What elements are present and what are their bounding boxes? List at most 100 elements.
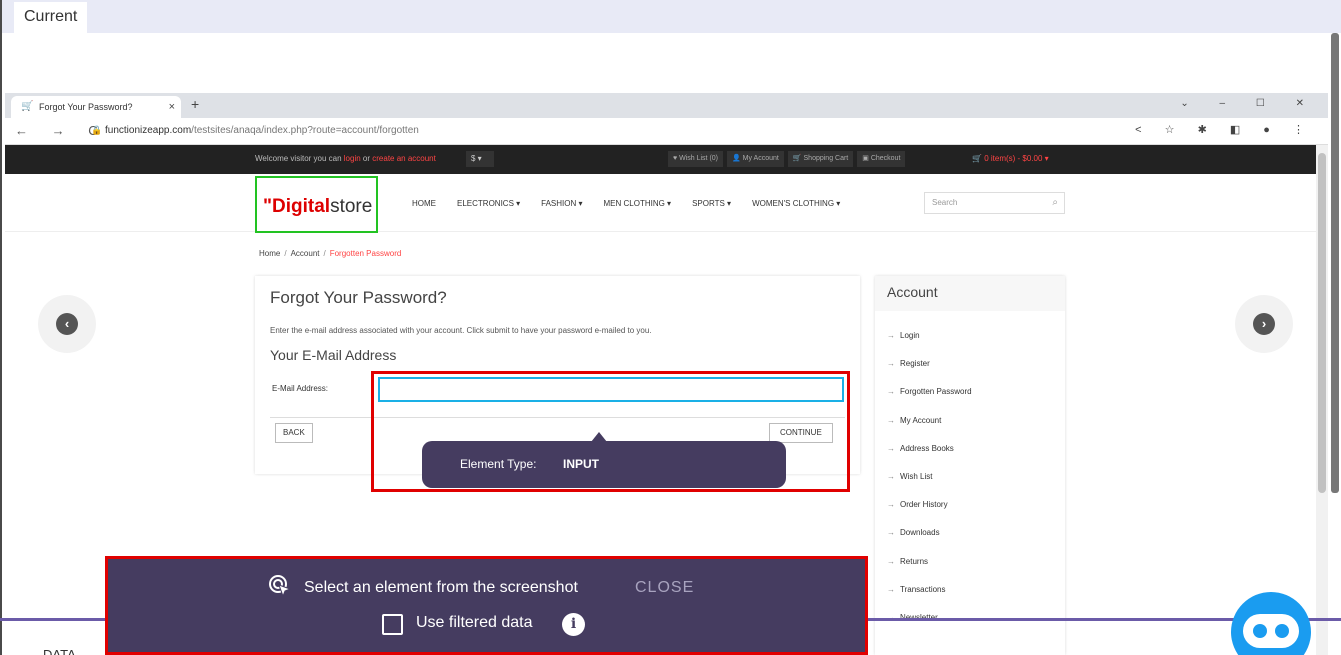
outer-scrollbar-thumb[interactable]	[1331, 33, 1339, 493]
my-account-link[interactable]: 👤 My Account	[727, 151, 784, 167]
chevron-left-icon: ‹	[56, 313, 78, 335]
url-field[interactable]: functionizeapp.com/testsites/anaqa/index…	[105, 125, 419, 136]
search-icon[interactable]: ⌕	[1052, 193, 1058, 213]
search-input[interactable]: Search ⌕	[924, 192, 1065, 214]
tooltip-value: INPUT	[563, 457, 599, 471]
logo-highlight-box[interactable]: "Digitalstore	[255, 176, 378, 233]
url-host: functionizeapp.com	[105, 125, 192, 136]
menu-home[interactable]: HOME	[412, 199, 436, 208]
breadcrumb-account[interactable]: Account	[291, 249, 320, 258]
bot-eye	[1253, 624, 1267, 638]
breadcrumb-sep: /	[323, 249, 326, 258]
browser-tab[interactable]: 🛒 Forgot Your Password? ×	[11, 96, 181, 118]
cart-dropdown[interactable]: 🛒 0 item(s) - $0.00 ▾	[972, 154, 1049, 163]
arrow-right-icon: →	[887, 443, 895, 453]
page-scrollbar-thumb[interactable]	[1318, 153, 1326, 493]
account-link-address-books[interactable]: → Address Books	[887, 444, 972, 472]
filtered-data-label[interactable]: Use filtered data	[416, 614, 533, 632]
login-link[interactable]: login	[344, 154, 361, 163]
account-title: Account	[875, 276, 1065, 311]
breadcrumb: Home / Account / Forgotten Password	[259, 249, 401, 258]
page-scrollbar[interactable]	[1316, 145, 1328, 655]
arrow-right-icon: →	[887, 331, 895, 340]
bot-eye	[1275, 624, 1289, 638]
account-link-register[interactable]: → Register	[887, 359, 972, 387]
outer-scrollbar[interactable]	[1329, 33, 1341, 655]
account-link-label: Address Books	[900, 443, 954, 453]
account-link-wish-list[interactable]: → Wish List	[887, 472, 972, 500]
new-tab-icon[interactable]: +	[191, 96, 199, 112]
account-link-downloads[interactable]: → Downloads	[887, 528, 972, 556]
account-link-transactions[interactable]: → Transactions	[887, 585, 972, 613]
arrow-right-icon: →	[887, 528, 895, 538]
root: Current 🛒 Forgot Your Password? × + ⌄ – …	[0, 0, 1341, 655]
close-button[interactable]: CLOSE	[635, 579, 694, 597]
address-bar-row: ← → C 🔒 functionizeapp.com/testsites/ana…	[5, 118, 1328, 145]
browser-tab-title: Forgot Your Password?	[39, 102, 133, 112]
arrow-right-icon: →	[887, 387, 895, 397]
account-link-label: Returns	[900, 556, 929, 566]
arrow-right-icon: →	[887, 556, 895, 566]
breadcrumb-home[interactable]: Home	[259, 249, 280, 258]
account-link-label: Forgotten Password	[900, 387, 972, 397]
element-selector-panel: Select an element from the screenshot CL…	[105, 556, 868, 655]
carousel-prev[interactable]: ‹	[38, 295, 96, 353]
filtered-data-checkbox[interactable]	[382, 614, 403, 635]
left-edge-bar	[0, 0, 2, 655]
menu-womens-clothing[interactable]: WOMEN'S CLOTHING ▾	[752, 199, 840, 208]
welcome-text: Welcome visitor you can login or create …	[255, 154, 436, 163]
menu-electronics[interactable]: ELECTRONICS ▾	[457, 199, 520, 208]
account-link-returns[interactable]: → Returns	[887, 557, 972, 585]
currency-selector[interactable]: $ ▾	[466, 151, 494, 167]
page-title: Forgot Your Password?	[270, 288, 447, 307]
account-link-label: Wish List	[900, 471, 933, 481]
shopping-cart-link[interactable]: 🛒 Shopping Cart	[787, 151, 854, 167]
account-link-label: Order History	[900, 500, 948, 510]
logo-bold: Digital	[272, 196, 331, 217]
window-controls[interactable]: ⌄ – ☐ ✕	[1180, 98, 1318, 109]
account-links: → Login → Register → Forgotten Password → My…	[887, 331, 972, 641]
wish-list-link[interactable]: ♥ Wish List (0)	[668, 151, 723, 167]
account-link-label: Downloads	[900, 528, 940, 538]
account-link-order-history[interactable]: → Order History	[887, 500, 972, 528]
breadcrumb-current[interactable]: Forgotten Password	[330, 249, 402, 258]
breadcrumb-sep: /	[284, 249, 287, 258]
top-tab-strip: Current	[0, 0, 1341, 33]
cart-favicon-icon: 🛒	[21, 101, 34, 112]
arrow-right-icon: →	[887, 415, 895, 425]
account-link-label: Login	[900, 331, 920, 340]
intro-text: Enter the e-mail address associated with…	[270, 326, 652, 335]
account-link-forgotten-password[interactable]: → Forgotten Password	[887, 387, 972, 415]
site-logo: "Digitalstore	[263, 196, 372, 218]
arrow-right-icon: →	[887, 500, 895, 510]
cart-icon: 🛒	[972, 154, 982, 163]
element-type-tooltip: Element Type: INPUT	[422, 441, 786, 488]
menu-sports[interactable]: SPORTS ▾	[692, 199, 731, 208]
logo-mark: "	[263, 196, 273, 217]
carousel-next[interactable]: ›	[1235, 295, 1293, 353]
search-placeholder: Search	[932, 198, 958, 207]
menu-fashion[interactable]: FASHION ▾	[541, 199, 582, 208]
create-account-link[interactable]: create an account	[372, 154, 436, 163]
browser-tab-strip: 🛒 Forgot Your Password? × + ⌄ – ☐ ✕	[5, 93, 1328, 118]
checkout-link[interactable]: ▣ Checkout	[857, 151, 906, 167]
current-tab[interactable]: Current	[14, 2, 88, 33]
info-icon[interactable]: i	[562, 613, 585, 636]
or-text: or	[360, 154, 373, 163]
account-link-label: Register	[900, 359, 930, 369]
url-path: /testsites/anaqa/index.php?route=account…	[191, 125, 419, 136]
chevron-right-icon: ›	[1253, 313, 1275, 335]
back-button[interactable]: BACK	[275, 423, 313, 443]
account-link-label: My Account	[900, 415, 942, 425]
close-tab-icon[interactable]: ×	[169, 96, 175, 118]
top-links: ♥ Wish List (0) 👤 My Account 🛒 Shopping …	[668, 151, 906, 167]
browser-toolbar-icons[interactable]: < ☆ ✱ ◧ ● ⋮	[1135, 123, 1314, 136]
menu-men-clothing[interactable]: MEN CLOTHING ▾	[604, 199, 672, 208]
tooltip-key: Element Type:	[460, 457, 537, 471]
account-link-label: Transactions	[900, 584, 946, 594]
bot-face	[1243, 614, 1299, 648]
account-link-my-account[interactable]: → My Account	[887, 416, 972, 444]
arrow-right-icon: →	[887, 471, 895, 481]
account-link-login[interactable]: → Login	[887, 331, 972, 359]
cursor-click-icon	[269, 575, 292, 598]
